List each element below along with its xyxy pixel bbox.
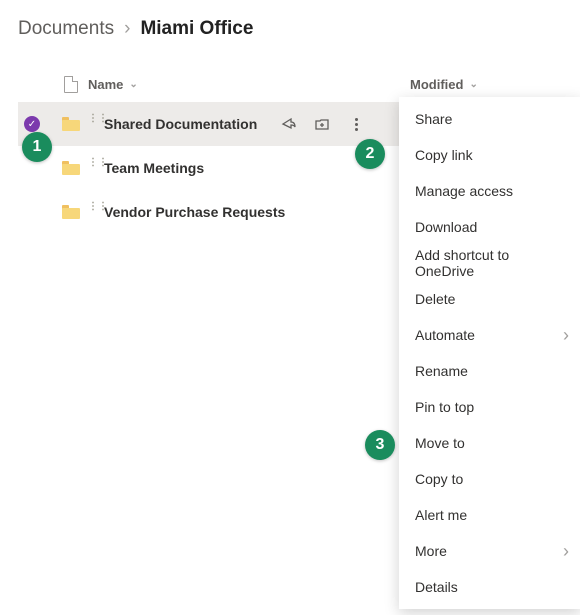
context-menu: Share Copy link Manage access Download A… [399,97,580,609]
menu-label: Copy link [415,147,473,163]
menu-label: Alert me [415,507,467,523]
menu-item-automate[interactable]: Automate [399,317,580,353]
menu-label: Rename [415,363,468,379]
column-name[interactable]: Name ⌄ [88,77,410,92]
share-icon[interactable] [280,116,296,132]
step-badge-2: 2 [355,139,385,169]
menu-item-copy-link[interactable]: Copy link [399,137,580,173]
folder-icon [62,205,80,219]
menu-item-copy-to[interactable]: Copy to [399,461,580,497]
row-hover-actions [280,116,364,132]
menu-label: Automate [415,327,475,343]
breadcrumb: Documents › Miami Office [18,18,562,40]
breadcrumb-current: Miami Office [140,18,253,40]
add-shortcut-icon[interactable] [314,116,330,132]
folder-icon [62,117,80,131]
breadcrumb-parent[interactable]: Documents [18,18,114,40]
menu-item-delete[interactable]: Delete [399,281,580,317]
menu-item-manage-access[interactable]: Manage access [399,173,580,209]
step-badge-1: 1 [22,132,52,162]
menu-item-pin-to-top[interactable]: Pin to top [399,389,580,425]
folder-name[interactable]: Vendor Purchase Requests [104,204,285,220]
menu-label: Move to [415,435,465,451]
menu-label: Share [415,111,452,127]
menu-item-details[interactable]: Details [399,569,580,605]
folder-name[interactable]: Shared Documentation [104,116,257,132]
chevron-right-icon: › [124,18,130,40]
menu-label: Add shortcut to OneDrive [415,247,565,279]
folder-name[interactable]: Team Meetings [104,160,204,176]
menu-item-share[interactable]: Share [399,101,580,137]
menu-item-rename[interactable]: Rename [399,353,580,389]
chevron-down-icon: ⌄ [469,79,477,90]
menu-label: Copy to [415,471,463,487]
menu-item-add-shortcut[interactable]: Add shortcut to OneDrive [399,245,580,281]
file-type-icon [64,76,78,93]
more-actions-icon[interactable] [348,116,364,132]
menu-item-alert-me[interactable]: Alert me [399,497,580,533]
menu-label: Delete [415,291,455,307]
menu-label: Pin to top [415,399,474,415]
menu-item-more[interactable]: More [399,533,580,569]
column-type[interactable] [54,76,88,93]
selected-check-icon[interactable]: ✓ [24,116,40,132]
menu-item-move-to[interactable]: Move to [399,425,580,461]
folder-icon [62,161,80,175]
menu-label: More [415,543,447,559]
menu-label: Details [415,579,458,595]
column-name-label: Name [88,77,123,92]
column-modified-label: Modified [410,77,463,92]
menu-label: Download [415,219,477,235]
chevron-down-icon: ⌄ [129,79,137,90]
step-badge-3: 3 [365,430,395,460]
menu-label: Manage access [415,183,513,199]
column-modified[interactable]: Modified ⌄ [410,77,562,92]
menu-item-download[interactable]: Download [399,209,580,245]
